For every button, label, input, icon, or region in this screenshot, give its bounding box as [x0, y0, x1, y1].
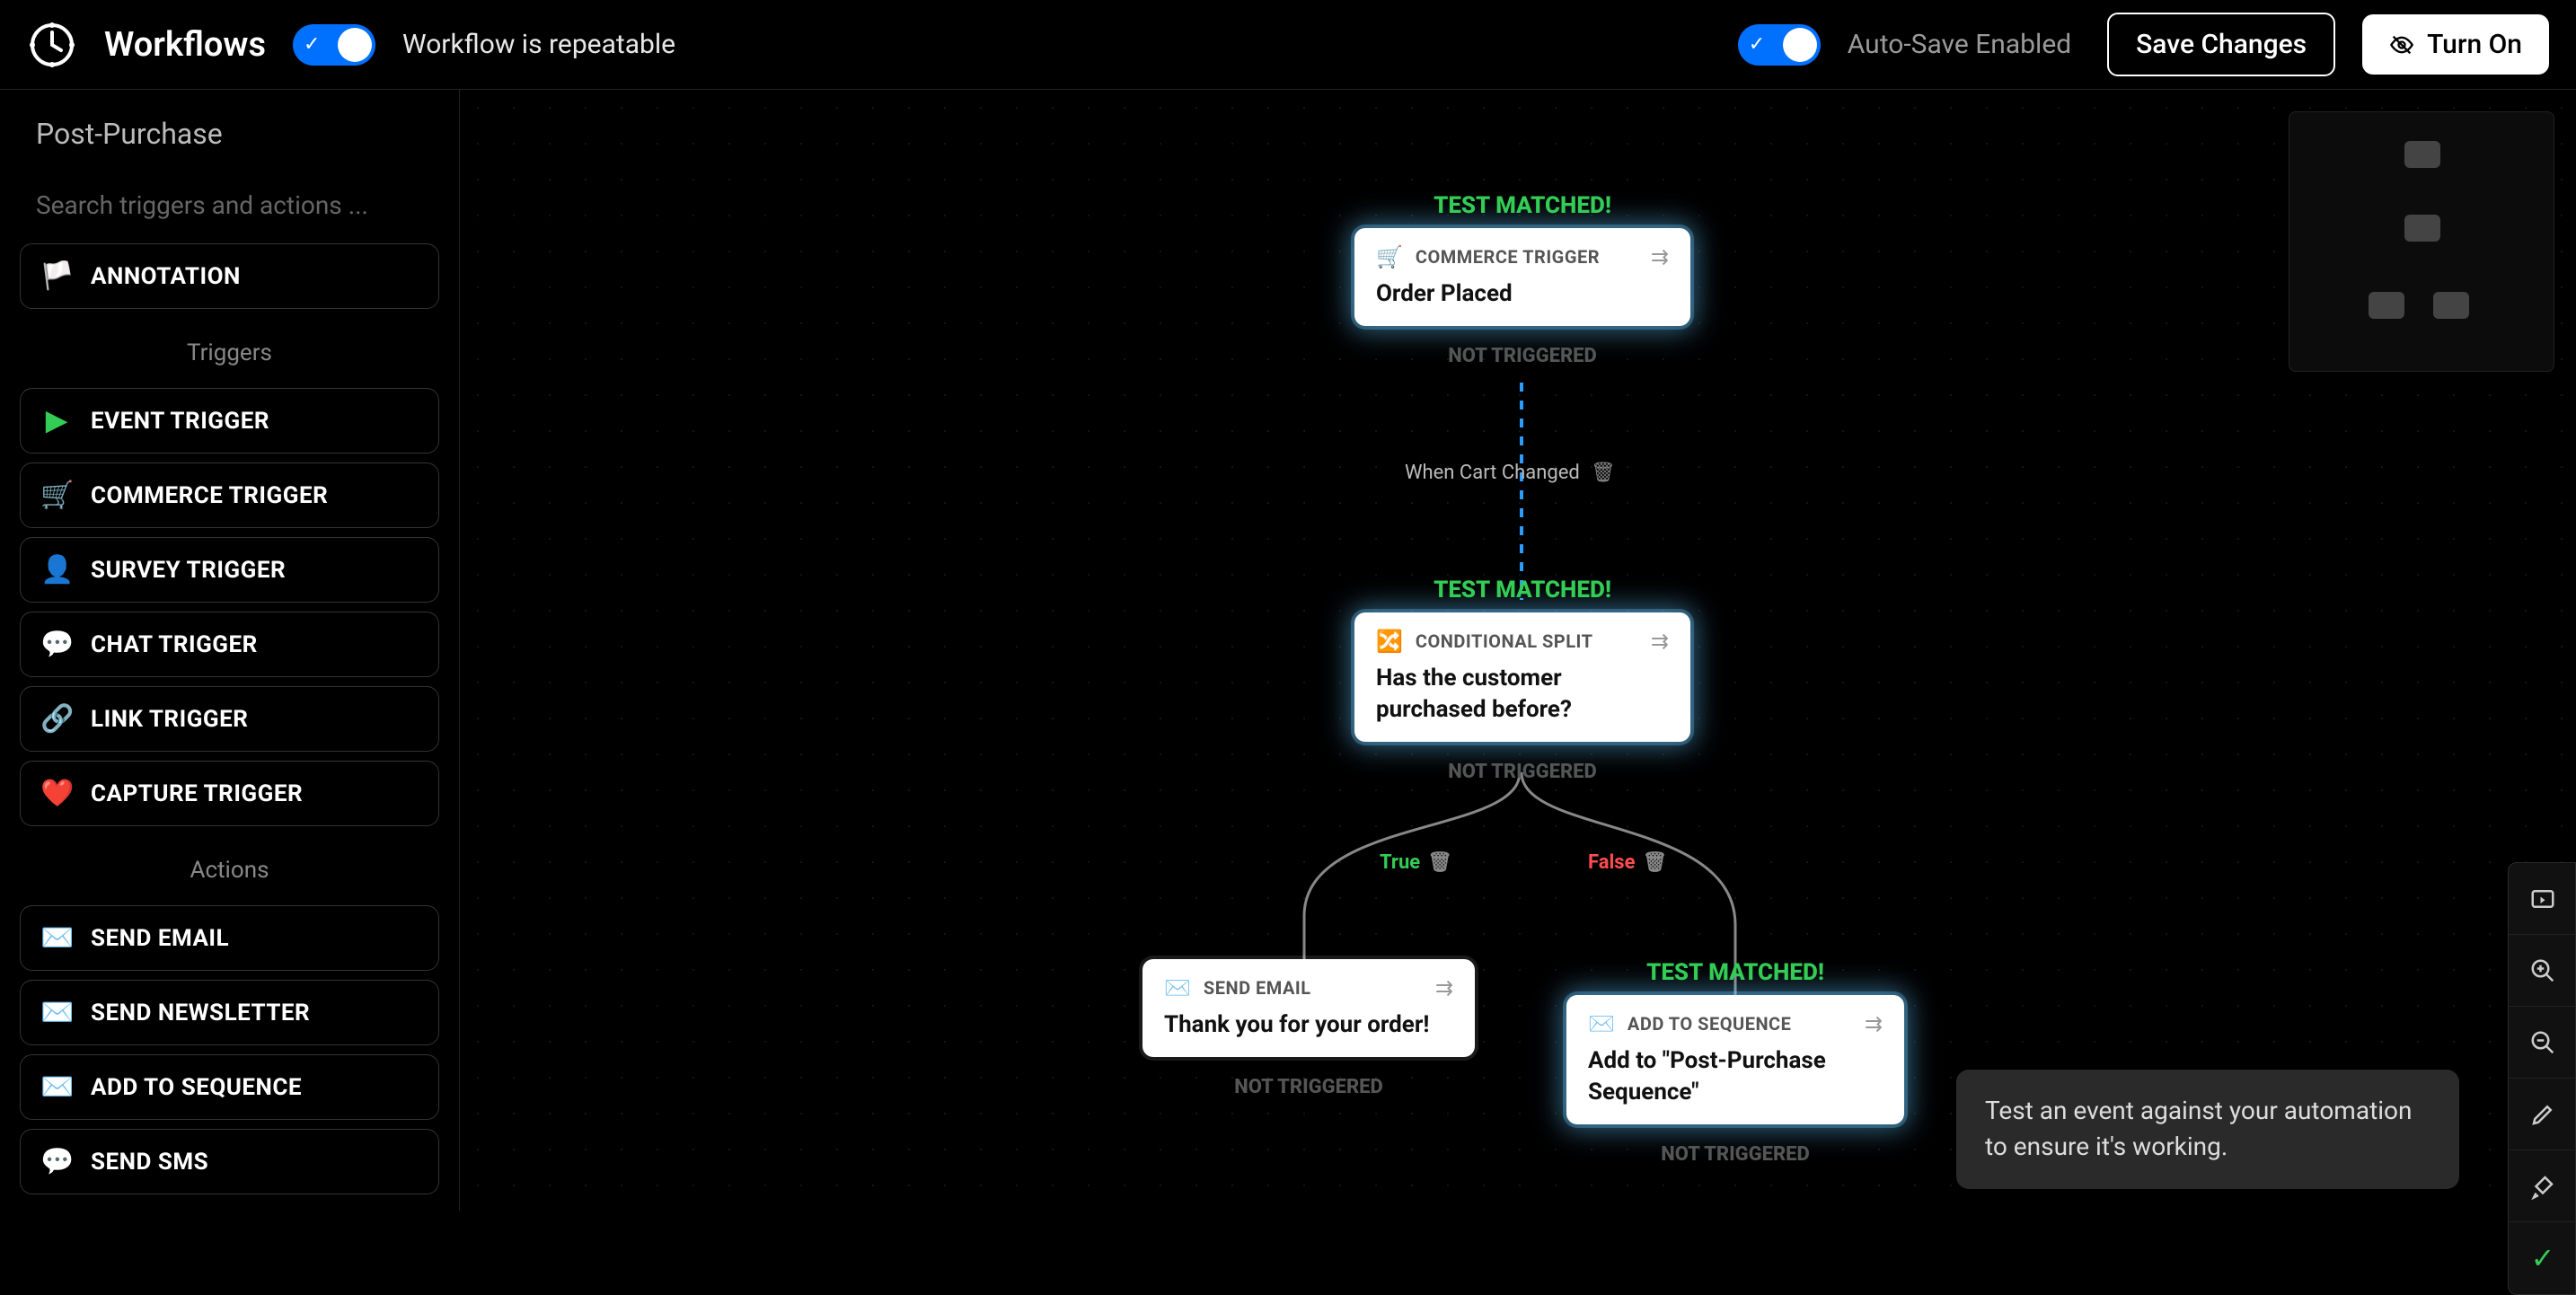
item-icon: 💬 — [40, 629, 73, 660]
sidebar-trigger-0[interactable]: ▶ EVENT TRIGGER — [20, 388, 439, 454]
status-not-triggered: NOT TRIGGERED — [1448, 761, 1597, 783]
item-icon: ▶ — [40, 405, 73, 436]
section-heading-triggers: Triggers — [20, 318, 439, 379]
autosave-toggle[interactable]: ✓ — [1738, 24, 1821, 66]
toggle-knob — [1783, 28, 1817, 62]
item-label: COMMERCE TRIGGER — [91, 482, 328, 509]
branch-true[interactable]: True 🗑 — [1380, 851, 1452, 874]
canvas-toolbar: ✓ — [2508, 862, 2576, 1295]
item-label: CHAT TRIGGER — [91, 631, 258, 658]
item-label: SEND NEWSLETTER — [91, 1000, 310, 1026]
save-changes-button[interactable]: Save Changes — [2107, 13, 2335, 76]
turn-on-button[interactable]: Turn On — [2362, 14, 2549, 75]
flag-icon: 🏳️ — [40, 260, 73, 292]
status-not-triggered: NOT TRIGGERED — [1234, 1076, 1383, 1098]
branch-false[interactable]: False 🗑 — [1588, 851, 1667, 874]
sidebar-trigger-3[interactable]: 💬 CHAT TRIGGER — [20, 612, 439, 677]
repeatable-label: Workflow is repeatable — [402, 29, 675, 60]
autosave-label: Auto-Save Enabled — [1848, 29, 2071, 60]
sidebar-trigger-5[interactable]: ❤️ CAPTURE TRIGGER — [20, 761, 439, 826]
section-heading-actions: Actions — [20, 835, 439, 896]
item-icon: ✉️ — [40, 997, 73, 1028]
workflow-canvas[interactable]: TEST MATCHED! 🛒 COMMERCE TRIGGER ⇉ Order… — [460, 90, 2576, 1211]
item-label: SEND SMS — [91, 1149, 208, 1176]
settings-icon[interactable]: ⇉ — [1865, 1011, 1883, 1036]
mail-icon: ✉️ — [1588, 1011, 1615, 1036]
settings-icon[interactable]: ⇉ — [1651, 244, 1669, 269]
item-icon: 🔗 — [40, 703, 73, 735]
split-icon: 🔀 — [1376, 629, 1403, 654]
item-icon: 🛒 — [40, 480, 73, 511]
search-input[interactable] — [20, 176, 439, 234]
edge — [1142, 772, 1529, 961]
tool-zoom-out[interactable] — [2509, 1007, 2576, 1079]
status-matched: TEST MATCHED! — [1434, 192, 1611, 219]
node-title: Order Placed — [1376, 278, 1669, 310]
eye-off-icon — [2389, 32, 2414, 57]
cart-icon: 🛒 — [1376, 244, 1403, 269]
item-label: ADD TO SEQUENCE — [91, 1074, 302, 1101]
sidebar-action-2[interactable]: ✉️ ADD TO SEQUENCE — [20, 1054, 439, 1120]
header: Workflows ✓ Workflow is repeatable ✓ Aut… — [0, 0, 2576, 90]
sidebar-item-annotation[interactable]: 🏳️ ANNOTATION — [20, 243, 439, 309]
cart-changed-label[interactable]: When Cart Changed 🗑 — [1405, 462, 1616, 484]
item-icon: 👤 — [40, 554, 73, 586]
sidebar-action-0[interactable]: ✉️ SEND EMAIL — [20, 905, 439, 971]
edge — [1520, 383, 1523, 600]
status-not-triggered: NOT TRIGGERED — [1448, 345, 1597, 367]
toggle-knob — [338, 28, 372, 62]
tool-edit[interactable] — [2509, 1079, 2576, 1150]
node-title: Add to "Post-Purchase Sequence" — [1588, 1045, 1883, 1108]
node-title: Has the customer purchased before? — [1376, 663, 1669, 726]
sidebar: Post-Purchase 🏳️ ANNOTATION Triggers ▶ EV… — [0, 90, 460, 1211]
item-icon: ✉️ — [40, 1071, 73, 1103]
sidebar-trigger-4[interactable]: 🔗 LINK TRIGGER — [20, 686, 439, 752]
sidebar-action-3[interactable]: 💬 SEND SMS — [20, 1129, 439, 1194]
tool-test-event[interactable] — [2509, 863, 2576, 935]
trash-icon[interactable]: 🗑 — [1591, 462, 1616, 484]
item-icon: ❤️ — [40, 778, 73, 809]
minimap[interactable] — [2289, 111, 2554, 372]
sidebar-trigger-2[interactable]: 👤 SURVEY TRIGGER — [20, 537, 439, 603]
tool-zoom-in[interactable] — [2509, 935, 2576, 1007]
node-commerce-trigger[interactable]: TEST MATCHED! 🛒 COMMERCE TRIGGER ⇉ Order… — [1354, 228, 1690, 326]
item-label: SEND EMAIL — [91, 925, 229, 952]
status-matched: TEST MATCHED! — [1434, 577, 1611, 603]
workflow-name[interactable]: Post-Purchase — [20, 108, 439, 160]
settings-icon[interactable]: ⇉ — [1435, 975, 1453, 1000]
check-icon: ✓ — [1749, 33, 1765, 56]
help-tooltip: Test an event against your automation to… — [1956, 1070, 2459, 1189]
item-label: SURVEY TRIGGER — [91, 557, 286, 584]
mail-icon: ✉️ — [1164, 975, 1191, 1000]
tool-brush[interactable] — [2509, 1150, 2576, 1222]
item-label: LINK TRIGGER — [91, 706, 248, 733]
tool-confirm[interactable]: ✓ — [2509, 1222, 2576, 1294]
sidebar-action-1[interactable]: ✉️ SEND NEWSLETTER — [20, 980, 439, 1045]
item-label: EVENT TRIGGER — [91, 408, 269, 435]
node-send-email[interactable]: ✉️ SEND EMAIL ⇉ Thank you for your order… — [1142, 959, 1475, 1057]
trash-icon[interactable]: 🗑 — [1643, 851, 1668, 874]
status-not-triggered: NOT TRIGGERED — [1661, 1143, 1810, 1166]
page-title: Workflows — [104, 25, 266, 65]
item-icon: ✉️ — [40, 922, 73, 954]
sidebar-trigger-1[interactable]: 🛒 COMMERCE TRIGGER — [20, 462, 439, 528]
status-matched: TEST MATCHED! — [1646, 959, 1824, 986]
node-add-to-sequence[interactable]: TEST MATCHED! ✉️ ADD TO SEQUENCE ⇉ Add t… — [1566, 995, 1904, 1124]
app-logo-icon — [27, 20, 77, 70]
trash-icon[interactable]: 🗑 — [1427, 851, 1452, 874]
node-conditional-split[interactable]: TEST MATCHED! 🔀 CONDITIONAL SPLIT ⇉ Has … — [1354, 612, 1690, 742]
check-icon: ✓ — [304, 33, 320, 56]
item-label: CAPTURE TRIGGER — [91, 780, 303, 807]
item-icon: 💬 — [40, 1146, 73, 1177]
node-title: Thank you for your order! — [1164, 1009, 1453, 1041]
repeatable-toggle[interactable]: ✓ — [293, 24, 375, 66]
settings-icon[interactable]: ⇉ — [1651, 629, 1669, 654]
